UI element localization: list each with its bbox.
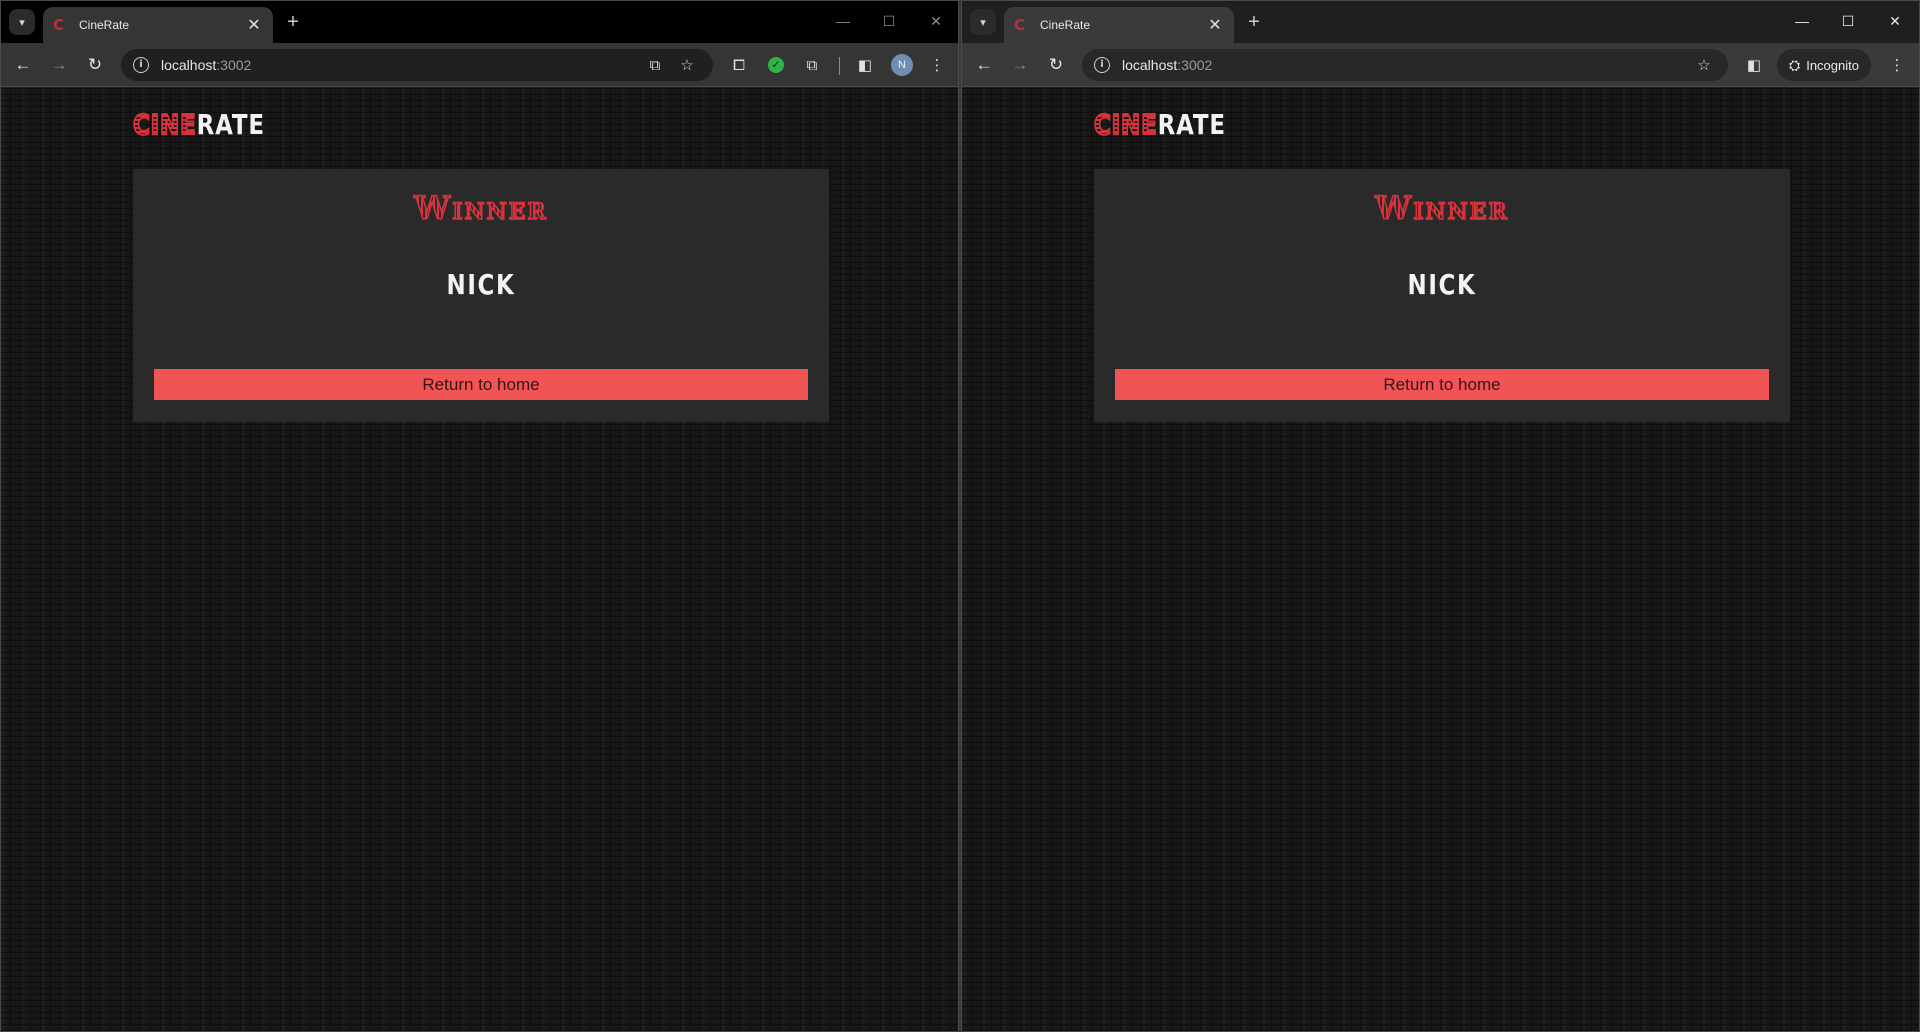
address-bar[interactable]: i localhost:3002 ☆	[1082, 49, 1728, 81]
browser-window-normal: ▾ C CineRate ✕ + — ☐ ✕ ← → ↻ i localhost…	[0, 0, 959, 1032]
browser-window-incognito: ▾ C CineRate ✕ + — ☐ ✕ ← → ↻ i localhost…	[961, 0, 1920, 1032]
site-info-icon[interactable]: i	[1094, 57, 1110, 73]
logo-rate: RATE	[1157, 108, 1226, 141]
new-tab-button[interactable]: +	[1242, 10, 1266, 34]
tab-search-icon[interactable]: ▾	[970, 9, 996, 35]
winner-heading: Winner	[1094, 188, 1790, 228]
browser-toolbar: ← → ↻ i localhost:3002 ⧉ ☆ ⧠ ✓ ⧉ ◧ N ⋮	[1, 43, 958, 87]
new-tab-button[interactable]: +	[281, 10, 305, 34]
tab-cinerate[interactable]: C CineRate ✕	[43, 7, 273, 43]
address-bar[interactable]: i localhost:3002 ⧉ ☆	[121, 49, 713, 81]
cinerate-logo[interactable]: CINERATE	[1093, 107, 1226, 142]
minimize-button[interactable]: —	[829, 9, 857, 33]
install-app-icon[interactable]: ⧉	[645, 56, 665, 76]
minimize-button[interactable]: —	[1788, 9, 1816, 33]
logo-cine: CINE	[132, 107, 197, 142]
browser-menu-icon[interactable]: ⋮	[926, 55, 948, 77]
incognito-label: Incognito	[1806, 57, 1859, 73]
tab-close-icon[interactable]: ✕	[1206, 15, 1224, 35]
incognito-indicator[interactable]: ⛭ Incognito	[1777, 49, 1871, 81]
tab-strip: ▾ C CineRate ✕ + — ☐ ✕	[962, 1, 1919, 43]
url-text: localhost:3002	[161, 57, 252, 73]
url-text: localhost:3002	[1122, 57, 1213, 73]
extension-icon[interactable]: ⧠	[728, 55, 750, 77]
close-window-button[interactable]: ✕	[1881, 9, 1909, 33]
reload-button[interactable]: ↻	[83, 53, 107, 77]
cinerate-favicon-icon: C	[53, 16, 65, 34]
site-info-icon[interactable]: i	[133, 57, 149, 73]
winner-card: Winner NICK Return to home	[133, 169, 829, 422]
reload-button[interactable]: ↻	[1044, 53, 1068, 77]
maximize-button[interactable]: ☐	[875, 9, 903, 33]
winner-name: NICK	[446, 268, 516, 301]
close-window-button[interactable]: ✕	[922, 9, 950, 33]
return-home-button[interactable]: Return to home	[1115, 369, 1769, 400]
winner-name: NICK	[1407, 268, 1477, 301]
cinerate-favicon-icon: C	[1014, 16, 1026, 34]
tab-title: CineRate	[79, 18, 130, 32]
extensions-puzzle-icon[interactable]: ⧉	[801, 55, 823, 77]
tab-cinerate[interactable]: C CineRate ✕	[1004, 7, 1234, 43]
toolbar-separator	[839, 57, 840, 75]
profile-avatar[interactable]: N	[891, 54, 913, 76]
side-panel-icon[interactable]: ◧	[854, 55, 876, 77]
logo-rate: RATE	[196, 108, 265, 141]
tab-search-icon[interactable]: ▾	[9, 9, 35, 35]
browser-menu-icon[interactable]: ⋮	[1886, 55, 1908, 77]
page-viewport: CINERATE Winner NICK Return to home	[962, 88, 1919, 1031]
tab-title: CineRate	[1040, 18, 1091, 32]
incognito-icon: ⛭	[1789, 56, 1801, 73]
bookmark-star-icon[interactable]: ☆	[1694, 56, 1714, 76]
page-viewport: CINERATE Winner NICK Return to home	[1, 88, 958, 1031]
desktop: ▾ C CineRate ✕ + — ☐ ✕ ← → ↻ i localhost…	[0, 0, 1920, 1032]
return-home-button[interactable]: Return to home	[154, 369, 808, 400]
forward-button[interactable]: →	[47, 53, 71, 77]
cinerate-logo[interactable]: CINERATE	[132, 107, 265, 142]
forward-button[interactable]: →	[1008, 53, 1032, 77]
winner-card: Winner NICK Return to home	[1094, 169, 1790, 422]
tab-close-icon[interactable]: ✕	[245, 15, 263, 35]
browser-toolbar: ← → ↻ i localhost:3002 ☆ ◧ ⛭ Incognito ⋮	[962, 43, 1919, 87]
winner-heading: Winner	[133, 188, 829, 228]
maximize-button[interactable]: ☐	[1834, 9, 1862, 33]
back-button[interactable]: ←	[972, 53, 996, 77]
side-panel-icon[interactable]: ◧	[1743, 55, 1765, 77]
extension-check-icon[interactable]: ✓	[768, 57, 784, 73]
logo-cine: CINE	[1093, 107, 1158, 142]
back-button[interactable]: ←	[11, 53, 35, 77]
bookmark-star-icon[interactable]: ☆	[677, 56, 697, 76]
tab-strip: ▾ C CineRate ✕ + — ☐ ✕	[1, 1, 958, 43]
